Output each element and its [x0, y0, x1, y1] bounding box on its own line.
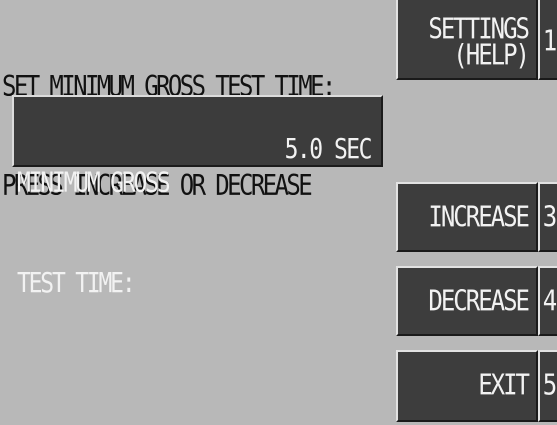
key-number-1: 1: [538, 0, 557, 80]
settings-help-key[interactable]: SETTINGS (HELP) 1: [396, 0, 557, 80]
key-number-4: 4: [538, 266, 557, 336]
key-number-3: 3: [538, 182, 557, 252]
increase-key[interactable]: INCREASE 3: [396, 182, 557, 252]
exit-button[interactable]: EXIT: [396, 350, 538, 422]
screen: SET MINIMUM GROSS TEST TIME: PRESS INCRE…: [0, 0, 557, 422]
parameter-label-line-1: MINIMUM GROSS: [17, 167, 171, 199]
minimum-gross-test-time-display: MINIMUM GROSS TEST TIME: 5.0 SEC: [12, 95, 383, 299]
parameter-label: MINIMUM GROSS TEST TIME:: [17, 99, 171, 368]
decrease-key[interactable]: DECREASE 4: [396, 266, 557, 336]
increase-label: INCREASE: [428, 200, 530, 234]
exit-key[interactable]: EXIT 5: [396, 350, 557, 422]
increase-button[interactable]: INCREASE: [396, 182, 538, 252]
key-number-5: 5: [538, 350, 557, 422]
parameter-label-line-2: TEST TIME:: [17, 268, 136, 300]
parameter-value: 5.0 SEC: [284, 134, 373, 166]
decrease-button[interactable]: DECREASE: [396, 266, 538, 336]
help-label: (HELP): [453, 38, 530, 72]
settings-help-button[interactable]: SETTINGS (HELP): [396, 0, 538, 80]
exit-label: EXIT: [478, 368, 530, 402]
decrease-label: DECREASE: [428, 284, 530, 318]
